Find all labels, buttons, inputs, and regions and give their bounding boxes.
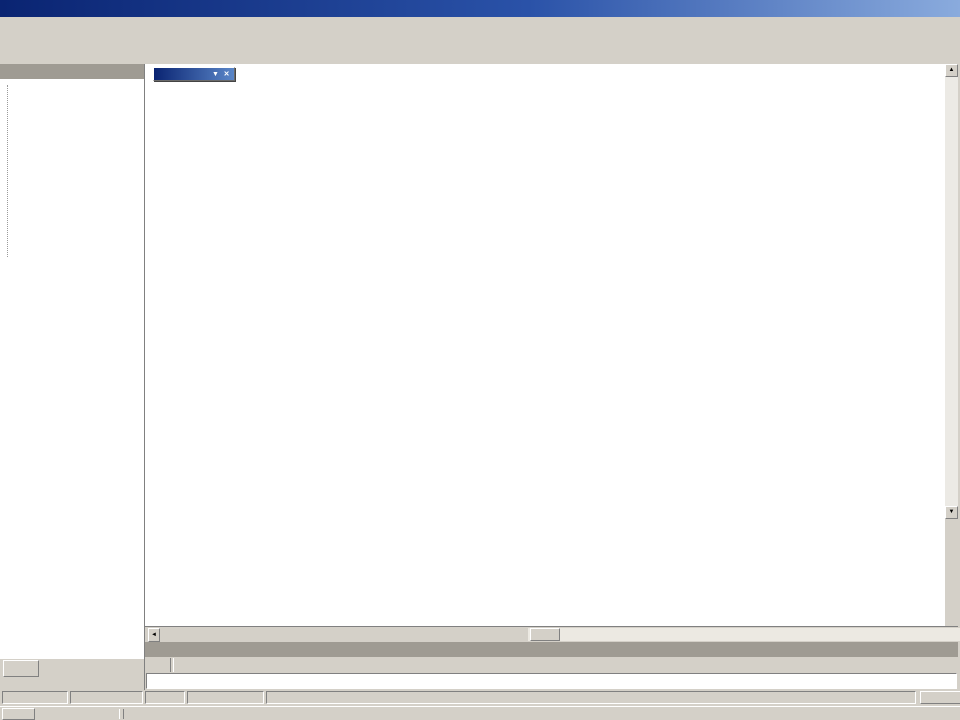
3d-scene [145, 64, 945, 626]
toolbar-scroll-left-icon[interactable]: ◄ [148, 628, 160, 642]
taskbar [0, 706, 960, 720]
scrollbar-track[interactable] [945, 77, 958, 506]
command-panel-header [145, 642, 958, 657]
mdi-child-icon[interactable] [0, 16, 18, 32]
status-segment-2 [70, 691, 143, 704]
title-bar [0, 0, 960, 17]
palette-title-bar[interactable]: ▼ ✕ [154, 68, 234, 80]
close-icon[interactable] [943, 644, 956, 656]
panel-tab-strip [0, 659, 144, 690]
ansicht-palette: ▼ ✕ [153, 67, 235, 81]
chevron-down-icon[interactable]: ▼ [210, 71, 221, 78]
close-icon[interactable]: ✕ [221, 70, 232, 78]
vertical-scrollbar[interactable]: ▲ ▼ [945, 64, 958, 626]
scroll-up-icon[interactable]: ▲ [945, 64, 958, 77]
status-bar [0, 690, 960, 706]
status-unit[interactable] [145, 691, 185, 704]
panel-tab[interactable] [3, 660, 39, 677]
application-window: ▼ ✕ ▲ ▼ ◄ [0, 0, 960, 720]
pin-icon[interactable] [116, 66, 129, 78]
status-segment-1 [2, 691, 68, 704]
viewport-bottom-bar: ◄ [145, 626, 958, 642]
panel-header [0, 64, 144, 79]
toolbar-main [0, 31, 960, 48]
snap-mode-button[interactable] [920, 691, 960, 704]
command-tool-row [145, 657, 958, 673]
status-plane[interactable] [187, 691, 264, 704]
command-input[interactable] [146, 673, 957, 689]
tree-guide-line [7, 85, 8, 257]
status-message [266, 691, 916, 704]
cursor-icon[interactable] [149, 657, 167, 673]
menu-bar [0, 17, 960, 31]
menu-tree-panel [0, 64, 145, 690]
taskbar-divider [119, 709, 124, 719]
scroll-down-icon[interactable]: ▼ [945, 506, 958, 519]
horizontal-scrollbar[interactable] [528, 628, 960, 641]
menu-tree [0, 79, 144, 659]
3d-viewport[interactable]: ▼ ✕ [145, 64, 945, 626]
pin-icon[interactable] [930, 644, 943, 656]
toolbar-secondary [0, 48, 960, 64]
close-icon[interactable] [129, 66, 142, 78]
scrollbar-thumb[interactable] [530, 628, 560, 641]
start-button[interactable] [2, 708, 35, 720]
